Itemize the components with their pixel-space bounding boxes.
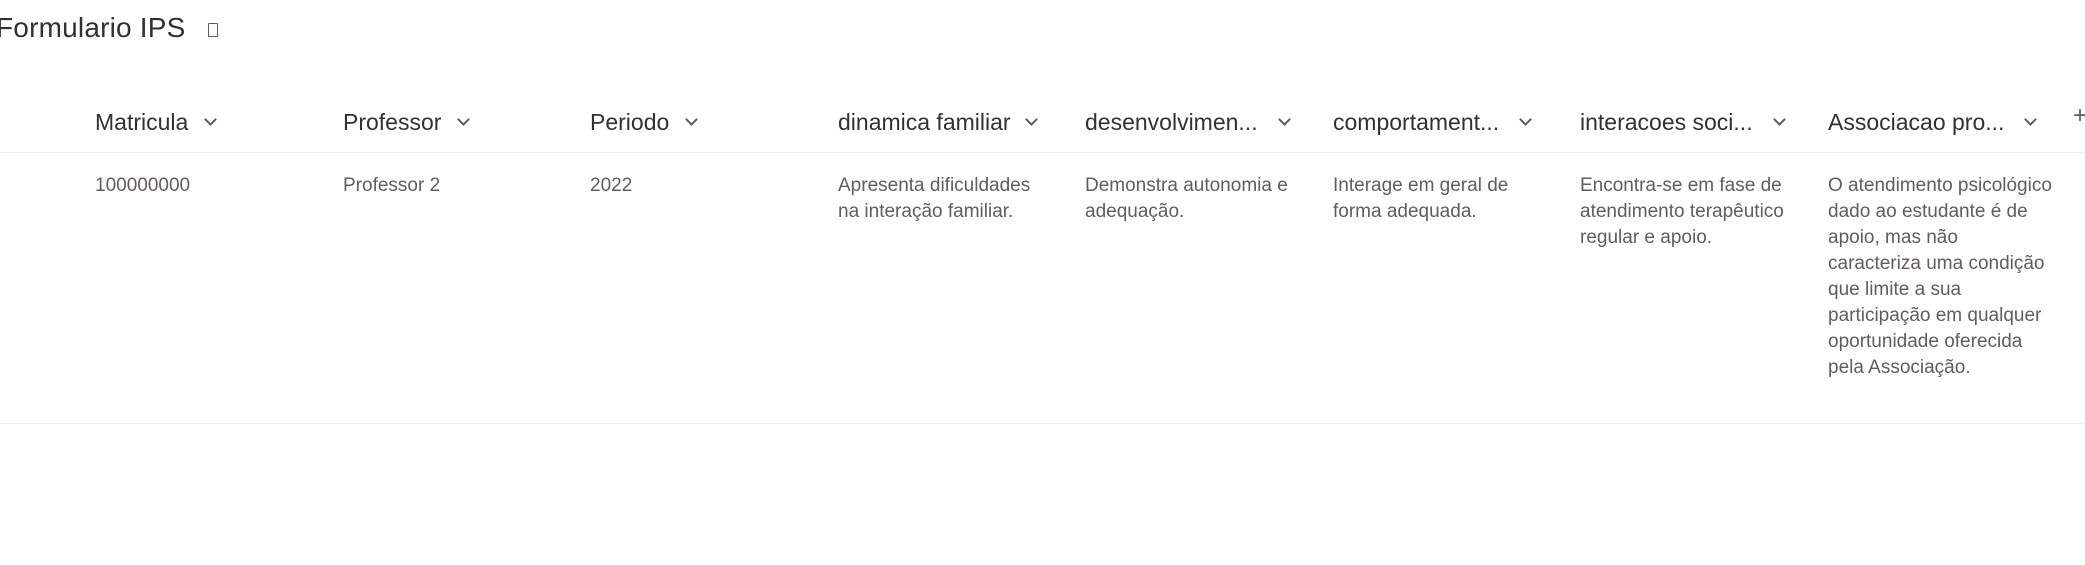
column-header-periodo[interactable]: Periodo [590,104,699,140]
cell-interacoes-sociais: Encontra-se em fase de atendimento terap… [1580,175,1784,248]
column-header-matricula[interactable]: Matricula [95,104,218,140]
chevron-down-icon[interactable] [2024,112,2038,126]
chevron-down-icon[interactable] [685,112,699,126]
list-view: Formulario IPS Matricula Professor Perio… [0,0,2085,565]
title-bar: Formulario IPS [0,8,218,48]
column-header-label: desenvolvimen... [1085,108,1258,135]
cell-associacao: O atendimento psicológico dado ao estuda… [1828,175,2052,378]
column-header-desenvolvimento[interactable]: desenvolvimen... [1085,104,1291,140]
cell-desenvolvimento: Demonstra autonomia e adequação. [1085,175,1288,222]
chevron-down-icon[interactable] [457,112,471,126]
chevron-down-icon[interactable] [1519,112,1533,126]
column-header-dinamica-familiar[interactable]: dinamica familiar [838,104,1038,140]
column-header-associacao[interactable]: Associacao pro... [1828,104,2038,140]
column-header-comportamento[interactable]: comportament... [1333,104,1533,140]
column-header-label: Periodo [590,108,670,135]
page-title: Formulario IPS [0,12,186,43]
cell-dinamica-familiar: Apresenta dificuldades na interação fami… [838,175,1031,222]
column-header-row: Matricula Professor Periodo dinamica fam… [0,88,2085,153]
table-row[interactable]: 100000000 Professor 2 2022 Apresenta dif… [0,153,2085,424]
column-header-professor[interactable]: Professor [343,104,471,140]
column-header-interacoes-sociais[interactable]: interacoes soci... [1580,104,1786,140]
chevron-down-icon[interactable] [1024,112,1038,126]
document-icon[interactable] [207,23,218,37]
cell-comportamento: Interage em geral de forma adequada. [1333,175,1509,222]
column-header-label: Associacao pro... [1828,108,2005,135]
cell-matricula: 100000000 [95,175,191,196]
chevron-down-icon[interactable] [204,112,218,126]
column-header-label: Matricula [95,108,189,135]
chevron-down-icon[interactable] [1277,112,1291,126]
add-column-icon[interactable]: + [2073,104,2085,128]
cell-periodo: 2022 [590,175,633,196]
column-header-label: interacoes soci... [1580,108,1753,135]
column-header-label: Professor [343,108,442,135]
column-header-label: dinamica familiar [838,108,1011,135]
cell-professor: Professor 2 [343,175,441,196]
column-header-label: comportament... [1333,108,1500,135]
chevron-down-icon[interactable] [1772,112,1786,126]
